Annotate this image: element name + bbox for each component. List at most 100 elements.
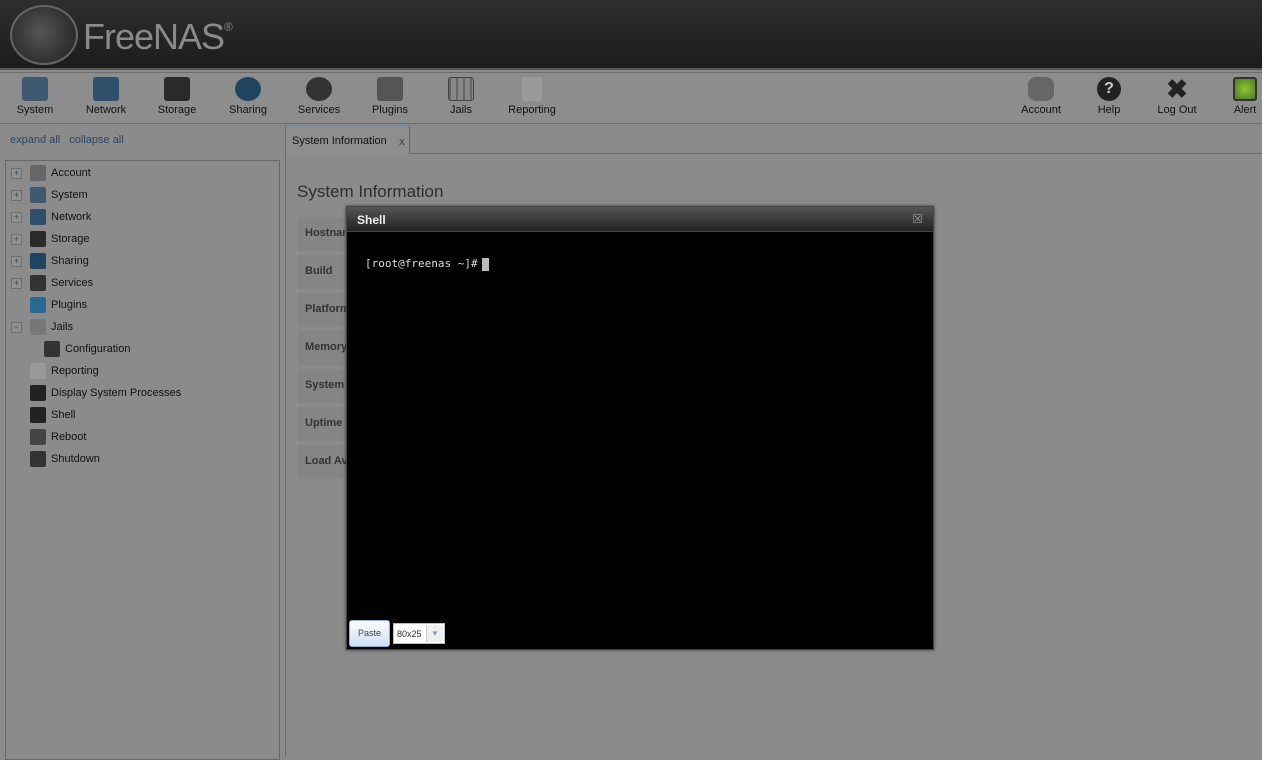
- sidebar-item-label: Reboot: [51, 431, 87, 443]
- registered-mark: ®: [224, 20, 233, 34]
- plugins-icon: [30, 297, 46, 313]
- tree-links: expand all collapse all: [10, 134, 130, 146]
- system-icon: [22, 77, 48, 101]
- sidebar-tree: + Account + System + Network + Storage + Sharing +…: [5, 160, 280, 760]
- network-icon: [30, 209, 46, 225]
- plugins-icon: [377, 77, 403, 101]
- sidebar-item-system[interactable]: + System: [11, 185, 88, 205]
- brand-text: FreeNAS: [83, 16, 225, 57]
- toolbar-label: Log Out: [1157, 104, 1197, 116]
- toolbar-label: Plugins: [371, 104, 409, 116]
- close-icon[interactable]: ☒: [912, 212, 923, 226]
- header: FreeNAS®: [0, 0, 1262, 70]
- sidebar-item-reboot[interactable]: Reboot: [11, 427, 86, 447]
- services-icon: [30, 275, 46, 291]
- expand-icon[interactable]: +: [11, 189, 22, 201]
- tab-bar: System Information x: [285, 125, 1262, 154]
- system-icon: [30, 187, 46, 203]
- sidebar-item-storage[interactable]: + Storage: [11, 229, 90, 249]
- terminal[interactable]: [root@freenas ~]#: [365, 257, 489, 271]
- sidebar-item-label: Account: [51, 167, 91, 179]
- sidebar-item-network[interactable]: + Network: [11, 207, 91, 227]
- jails-icon: [448, 77, 474, 101]
- terminal-size-value: 80x25: [397, 629, 422, 639]
- tab-system-information[interactable]: System Information x: [285, 125, 410, 154]
- toolbar-logout-button[interactable]: ✖ Log Out: [1145, 74, 1209, 116]
- tab-close-icon[interactable]: x: [399, 136, 405, 148]
- toolbar-label: Reporting: [508, 104, 556, 116]
- collapse-icon[interactable]: −: [11, 321, 22, 333]
- expand-icon[interactable]: +: [11, 233, 22, 245]
- shell-title: Shell: [357, 213, 386, 227]
- paste-button[interactable]: Paste: [349, 620, 390, 647]
- chevron-down-icon[interactable]: ▼: [426, 625, 443, 642]
- toolbar-help-button[interactable]: ? Help: [1077, 77, 1141, 116]
- toolbar-reporting-button[interactable]: Reporting: [500, 77, 564, 116]
- brand-name: FreeNAS®: [83, 16, 233, 58]
- toolbar-network-button[interactable]: Network: [74, 77, 138, 116]
- sidebar-item-label: Network: [51, 211, 92, 223]
- sidebar-item-label: System: [51, 189, 88, 201]
- sidebar-item-jails[interactable]: − Jails: [11, 317, 73, 337]
- terminal-size-select[interactable]: 80x25 ▼: [393, 623, 445, 644]
- toolbar-label: System: [16, 104, 54, 116]
- storage-icon: [164, 77, 190, 101]
- toolbar-alert-button[interactable]: Alert: [1228, 77, 1262, 116]
- toolbar-system-button[interactable]: System: [3, 77, 67, 116]
- shell-prompt: [root@freenas ~]#: [365, 257, 478, 270]
- sidebar-item-reporting[interactable]: Reporting: [11, 361, 99, 381]
- sidebar-item-label: Configuration: [65, 343, 131, 355]
- toolbar-label: Storage: [157, 104, 197, 116]
- sidebar-item-account[interactable]: + Account: [11, 163, 91, 183]
- account-icon: [1028, 77, 1054, 101]
- sidebar-item-label: Sharing: [51, 255, 89, 267]
- toolbar-services-button[interactable]: Services: [287, 77, 351, 116]
- sidebar-item-label: Services: [51, 277, 94, 289]
- sidebar-item-configuration[interactable]: Configuration: [44, 339, 130, 359]
- toolbar-plugins-button[interactable]: Plugins: [358, 77, 422, 116]
- expand-all-link[interactable]: expand all: [10, 134, 60, 146]
- collapse-all-link[interactable]: collapse all: [69, 134, 123, 146]
- sidebar-item-label: Shutdown: [51, 453, 100, 465]
- expand-icon[interactable]: +: [11, 277, 22, 289]
- sharing-icon: [235, 77, 261, 101]
- network-icon: [93, 77, 119, 101]
- toolbar-jails-button[interactable]: Jails: [429, 77, 493, 116]
- freenas-logo-icon: [10, 5, 78, 65]
- shell-dialog-titlebar[interactable]: Shell: [347, 207, 933, 232]
- logout-icon: ✖: [1166, 74, 1188, 104]
- sidebar-item-plugins[interactable]: Plugins: [11, 295, 87, 315]
- sidebar-item-services[interactable]: + Services: [11, 273, 93, 293]
- services-icon: [306, 77, 332, 101]
- page-title: System Information: [297, 182, 444, 201]
- expand-icon[interactable]: +: [11, 167, 22, 179]
- storage-icon: [30, 231, 46, 247]
- sidebar-item-label: Jails: [51, 321, 74, 333]
- sidebar-item-display-system-processes[interactable]: Display System Processes: [11, 383, 181, 403]
- terminal-cursor: [481, 257, 489, 271]
- toolbar-sharing-button[interactable]: Sharing: [216, 77, 280, 116]
- shell-dialog: Shell ☒ [root@freenas ~]# Paste 80x25 ▼: [346, 206, 934, 650]
- expand-icon[interactable]: +: [11, 255, 22, 267]
- sidebar-item-sharing[interactable]: + Sharing: [11, 251, 89, 271]
- configuration-icon: [44, 341, 60, 357]
- alert-icon: [1233, 77, 1257, 101]
- sharing-icon: [30, 253, 46, 269]
- reboot-icon: [30, 429, 46, 445]
- sidebar-item-label: Display System Processes: [51, 387, 182, 399]
- sidebar-item-label: Plugins: [51, 299, 88, 311]
- tab-label: System Information: [292, 135, 387, 147]
- sidebar-item-shutdown[interactable]: Shutdown: [11, 449, 100, 469]
- toolbar-storage-button[interactable]: Storage: [145, 77, 209, 116]
- shell-icon: [30, 407, 46, 423]
- expand-icon[interactable]: +: [11, 211, 22, 223]
- sidebar-item-shell[interactable]: Shell: [11, 405, 75, 425]
- toolbar-label: Services: [297, 104, 341, 116]
- toolbar: System Network Storage Sharing Services …: [0, 72, 1262, 124]
- display-system-processes-icon: [30, 385, 46, 401]
- toolbar-account-button[interactable]: Account: [1009, 77, 1073, 116]
- shutdown-icon: [30, 451, 46, 467]
- reporting-icon: [522, 77, 542, 101]
- toolbar-label: Help: [1097, 104, 1121, 116]
- toolbar-label: Alert: [1233, 104, 1257, 116]
